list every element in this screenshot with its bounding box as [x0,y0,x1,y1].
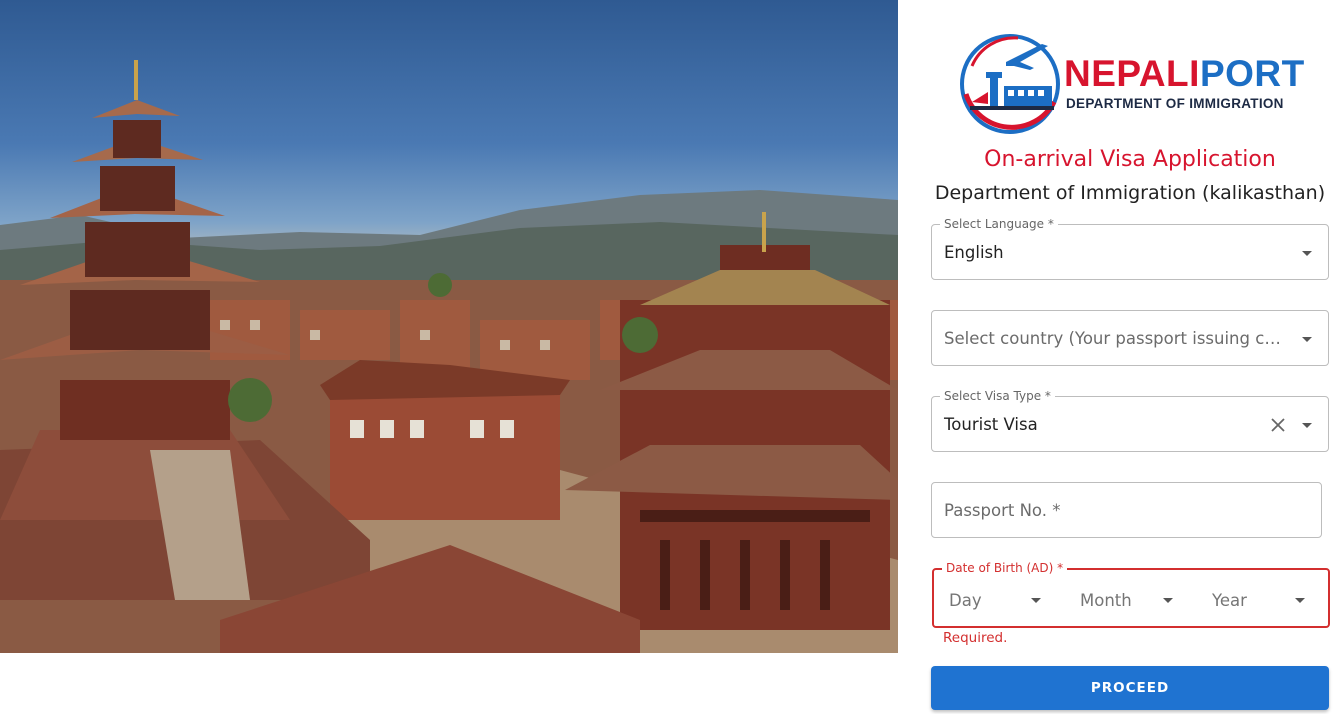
dob-month-select[interactable]: Month [1066,570,1198,626]
dob-error-message: Required. [943,630,1008,646]
language-select-label: Select Language * [940,217,1058,231]
visa-type-select[interactable]: Select Visa Type * Tourist Visa [931,389,1329,452]
temple-illustration [0,60,898,653]
chevron-down-icon[interactable] [1163,598,1173,603]
hero-image [0,0,898,653]
visa-type-select-value: Tourist Visa [944,415,1038,434]
dob-year-select[interactable]: Year [1198,570,1330,626]
passport-number-placeholder: Passport No. * [944,501,1061,520]
dob-month-placeholder: Month [1080,591,1132,610]
hero-footer-strip [0,653,898,714]
language-select-value: English [944,243,1004,262]
login-page: NEPALIPORT DEPARTMENT OF IMMIGRATION On-… [0,0,1342,714]
brand-name-part2: PORT [1199,53,1305,94]
application-panel: NEPALIPORT DEPARTMENT OF IMMIGRATION On-… [898,0,1342,714]
nepaliport-logo: NEPALIPORT DEPARTMENT OF IMMIGRATION [958,32,1308,136]
brand-name-part1: NEPALI [1064,53,1200,94]
chevron-down-icon[interactable] [1031,598,1041,603]
logo-emblem-icon [960,34,1060,134]
form-subtitle: Department of Immigration (kalikasthan) [934,182,1326,204]
form-title: On-arrival Visa Application [984,147,1276,172]
visa-type-select-label: Select Visa Type * [940,389,1055,403]
language-select[interactable]: Select Language * English [931,217,1329,280]
dob-day-select[interactable]: Day [934,570,1066,626]
country-select-placeholder: Select country (Your passport issuing co… [944,329,1284,348]
date-of-birth-field: Date of Birth (AD) * Day Month Year [932,561,1330,628]
chevron-down-icon[interactable] [1302,337,1312,342]
passport-number-input[interactable]: Passport No. * [931,482,1322,538]
proceed-button[interactable]: PROCEED [931,666,1329,710]
brand-wordmark: NEPALIPORT [1064,54,1305,94]
country-select[interactable]: Select country (Your passport issuing co… [931,310,1329,366]
chevron-down-icon[interactable] [1295,598,1305,603]
dob-year-placeholder: Year [1212,591,1247,610]
chevron-down-icon[interactable] [1302,423,1312,428]
brand-department: DEPARTMENT OF IMMIGRATION [1066,96,1284,111]
chevron-down-icon[interactable] [1302,251,1312,256]
dob-day-placeholder: Day [949,591,982,610]
close-icon[interactable] [1269,416,1287,434]
